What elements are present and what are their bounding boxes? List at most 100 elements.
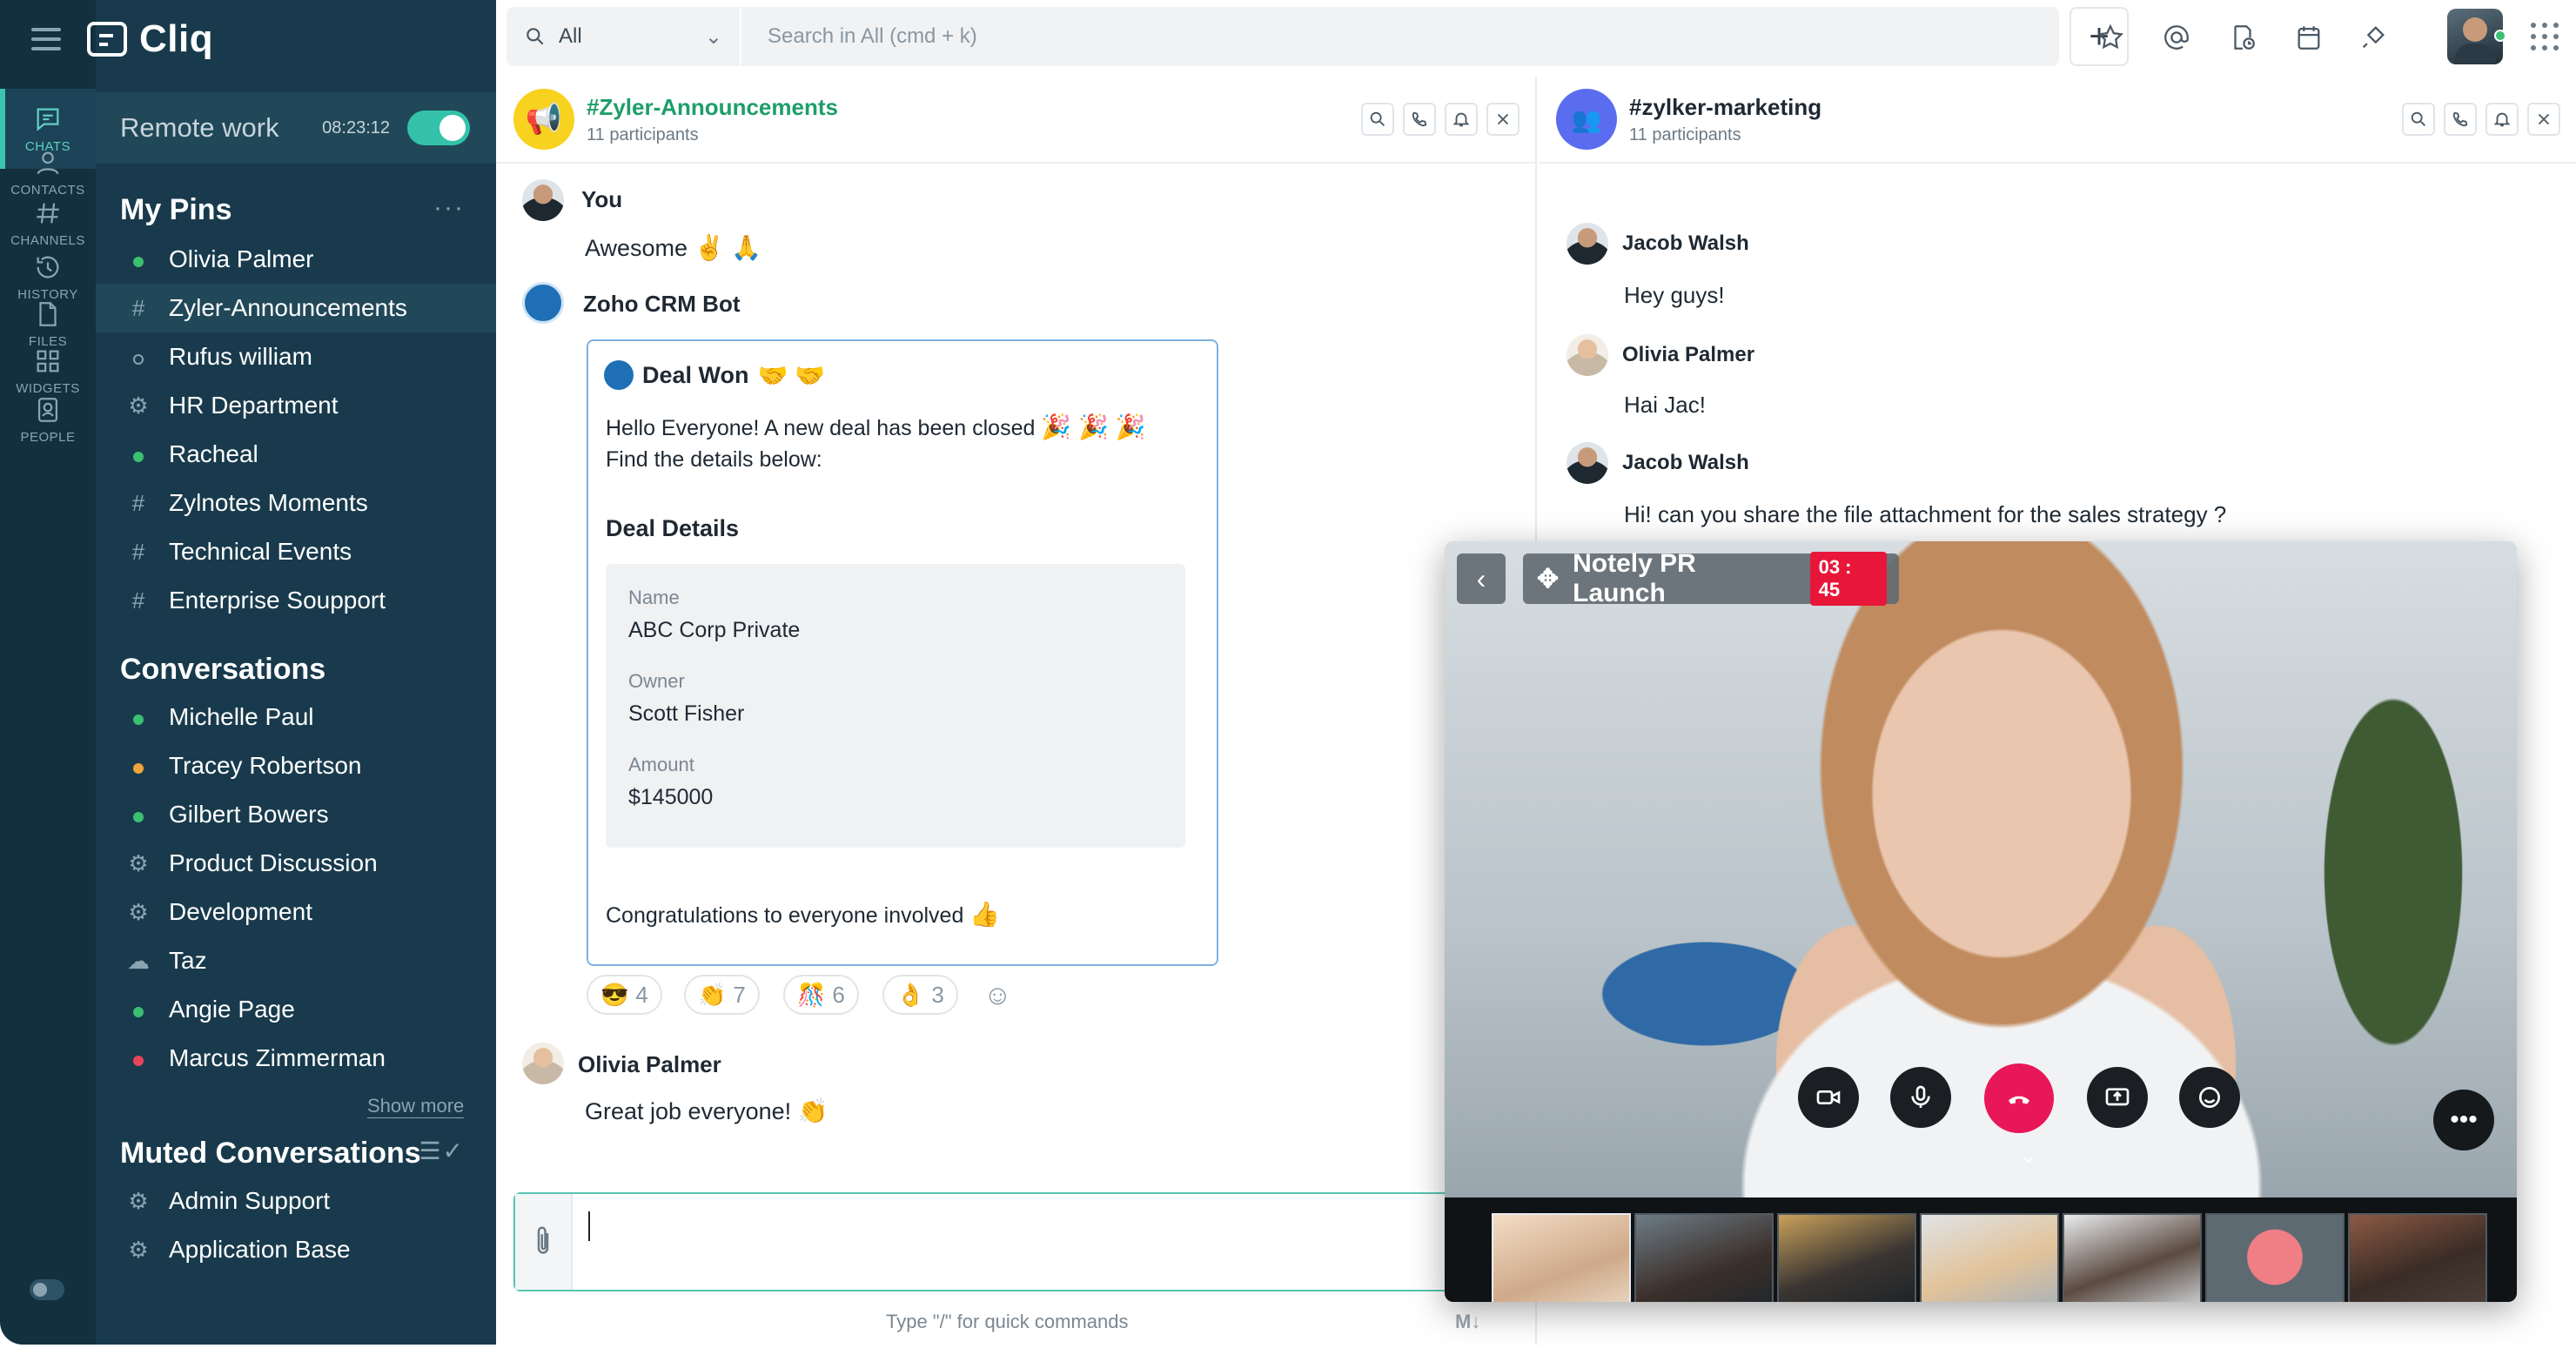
bell-icon[interactable] (2485, 103, 2519, 136)
avatar[interactable] (1566, 334, 1608, 376)
emoji-button[interactable] (2179, 1067, 2240, 1128)
list-item[interactable]: ☁ Taz (96, 936, 496, 985)
participant-thumbnail[interactable] (2063, 1213, 2202, 1302)
list-item[interactable]: # Technical Events (96, 527, 496, 576)
participant-thumbnail[interactable] (1492, 1213, 1631, 1302)
list-item[interactable]: Angie Page (96, 985, 496, 1034)
star-icon[interactable] (2096, 23, 2125, 52)
mention-icon[interactable] (2162, 23, 2191, 52)
list-item[interactable]: Marcus Zimmerman (96, 1034, 496, 1083)
mic-icon (1911, 1085, 1930, 1108)
video-call-window[interactable]: ‹ ✥ Notely PR Launch 03 : 45 ••• ⌄ (1445, 541, 2517, 1302)
mic-toggle-button[interactable] (1890, 1067, 1951, 1128)
list-item[interactable]: ⚙ HR Department (96, 381, 496, 430)
participant-thumbnail[interactable] (2205, 1213, 2345, 1302)
list-item-label: Admin Support (169, 1187, 331, 1214)
list-item[interactable]: # Enterprise Soupport (96, 576, 496, 625)
list-item[interactable]: # Zylnotes Moments (96, 479, 496, 527)
call-title-bar[interactable]: ✥ Notely PR Launch 03 : 45 (1523, 549, 1899, 607)
message-text: Hey guys! (1624, 282, 1725, 308)
deal-line: Find the details below: (606, 447, 822, 472)
call-icon[interactable] (1403, 103, 1436, 136)
list-item[interactable]: Olivia Palmer (96, 235, 496, 284)
deal-details-box: Name ABC Corp Private Owner Scott Fisher… (606, 564, 1185, 848)
add-reaction-icon[interactable]: ☺ (983, 975, 1012, 1015)
avatar[interactable] (1566, 442, 1608, 484)
list-item[interactable]: # Zyler-Announcements (96, 284, 496, 332)
rail-item-people[interactable]: PEOPLE (0, 379, 96, 459)
calendar-icon[interactable] (2294, 23, 2324, 52)
reaction-chip[interactable]: 👌 3 (882, 975, 958, 1015)
search-icon[interactable] (2402, 103, 2435, 136)
list-item[interactable]: ⚙ Application Base (96, 1225, 496, 1274)
end-call-button[interactable] (1984, 1063, 2054, 1133)
search-icon (527, 28, 544, 45)
channel-title[interactable]: #Zyler-Announcements (587, 94, 838, 121)
pins-more-icon[interactable]: ··· (433, 193, 465, 223)
list-item[interactable]: ⚙ Development (96, 888, 496, 936)
plugin-icon[interactable] (2358, 23, 2388, 52)
list-item-label: Olivia Palmer (169, 245, 314, 272)
history-icon (37, 256, 59, 278)
more-options-button[interactable]: ••• (2433, 1090, 2494, 1150)
participants-count[interactable]: 11 participants (1629, 125, 1741, 145)
chevron-down-icon[interactable]: ⌄ (2019, 1142, 2038, 1169)
list-item[interactable]: Tracey Robertson (96, 741, 496, 790)
deal-line: Hello Everyone! A new deal has been clos… (606, 416, 1036, 440)
crm-bot-icon (604, 360, 634, 390)
list-item[interactable]: ⚙ Product Discussion (96, 839, 496, 888)
list-item[interactable]: ⚙ Admin Support (96, 1177, 496, 1225)
status-bar: Remote work 08:23:12 (96, 92, 496, 164)
apps-grid-icon[interactable] (2531, 23, 2559, 50)
paperclip-icon[interactable] (515, 1194, 573, 1290)
participant-thumbnail[interactable] (2348, 1213, 2487, 1302)
field-value: ABC Corp Private (628, 618, 801, 642)
search-input[interactable]: Search in All (cmd + k) (741, 24, 977, 49)
search-bar[interactable]: All ⌄ Search in All (cmd + k) (506, 7, 2059, 66)
reaction-chip[interactable]: 🎊 6 (783, 975, 859, 1015)
list-item-label: Michelle Paul (169, 703, 314, 730)
online-status-icon (133, 811, 144, 822)
list-item[interactable]: Michelle Paul (96, 693, 496, 741)
call-title: Notely PR Launch (1573, 549, 1696, 607)
avatar[interactable] (1566, 223, 1608, 265)
list-item[interactable]: Rufus william (96, 332, 496, 381)
mark-read-icon[interactable]: ☰✓ (419, 1137, 465, 1165)
avatar[interactable] (522, 1043, 564, 1084)
participant-thumbnail[interactable] (1634, 1213, 1774, 1302)
participants-count[interactable]: 11 participants (587, 125, 699, 145)
deal-title: Deal Won (642, 361, 749, 388)
list-item[interactable]: Racheal (96, 430, 496, 479)
search-icon[interactable] (1361, 103, 1394, 136)
drag-handle-icon[interactable]: ✥ (1537, 564, 1559, 594)
list-item[interactable]: Gilbert Bowers (96, 790, 496, 839)
back-icon[interactable]: ‹ (1457, 553, 1506, 604)
channel-title[interactable]: #zylker-marketing (1629, 94, 1821, 121)
theme-toggle[interactable] (30, 1279, 64, 1300)
message-composer[interactable] (513, 1192, 1537, 1291)
list-item-label: Taz (169, 947, 207, 974)
search-scope-select[interactable]: All ⌄ (506, 7, 741, 66)
close-icon[interactable] (2527, 103, 2560, 136)
avatar[interactable] (522, 179, 564, 221)
bell-icon[interactable] (1445, 103, 1478, 136)
participant-thumbnail[interactable] (1777, 1213, 1916, 1302)
hamburger-menu-icon[interactable] (31, 28, 61, 57)
emoji-icon: ✌️ 🙏 (694, 234, 762, 261)
video-toggle-button[interactable] (1798, 1067, 1859, 1128)
participant-thumbnail[interactable] (1920, 1213, 2059, 1302)
reminder-icon[interactable] (2228, 23, 2257, 52)
emoji-icon (2199, 1087, 2220, 1108)
list-item-label: Rufus william (169, 343, 312, 370)
reaction-count: 6 (832, 981, 845, 1008)
call-icon[interactable] (2444, 103, 2477, 136)
crm-bot-avatar[interactable] (522, 282, 564, 324)
status-toggle[interactable] (407, 111, 470, 145)
reaction-chip[interactable]: 👏 7 (684, 975, 760, 1015)
markdown-icon[interactable]: M↓ (1455, 1311, 1480, 1333)
screen-share-button[interactable] (2087, 1067, 2148, 1128)
show-more-link[interactable]: Show more (367, 1095, 465, 1118)
reaction-chip[interactable]: 😎 4 (587, 975, 662, 1015)
close-icon[interactable] (1486, 103, 1519, 136)
thumbs-up-icon: 👍 (969, 901, 1001, 928)
